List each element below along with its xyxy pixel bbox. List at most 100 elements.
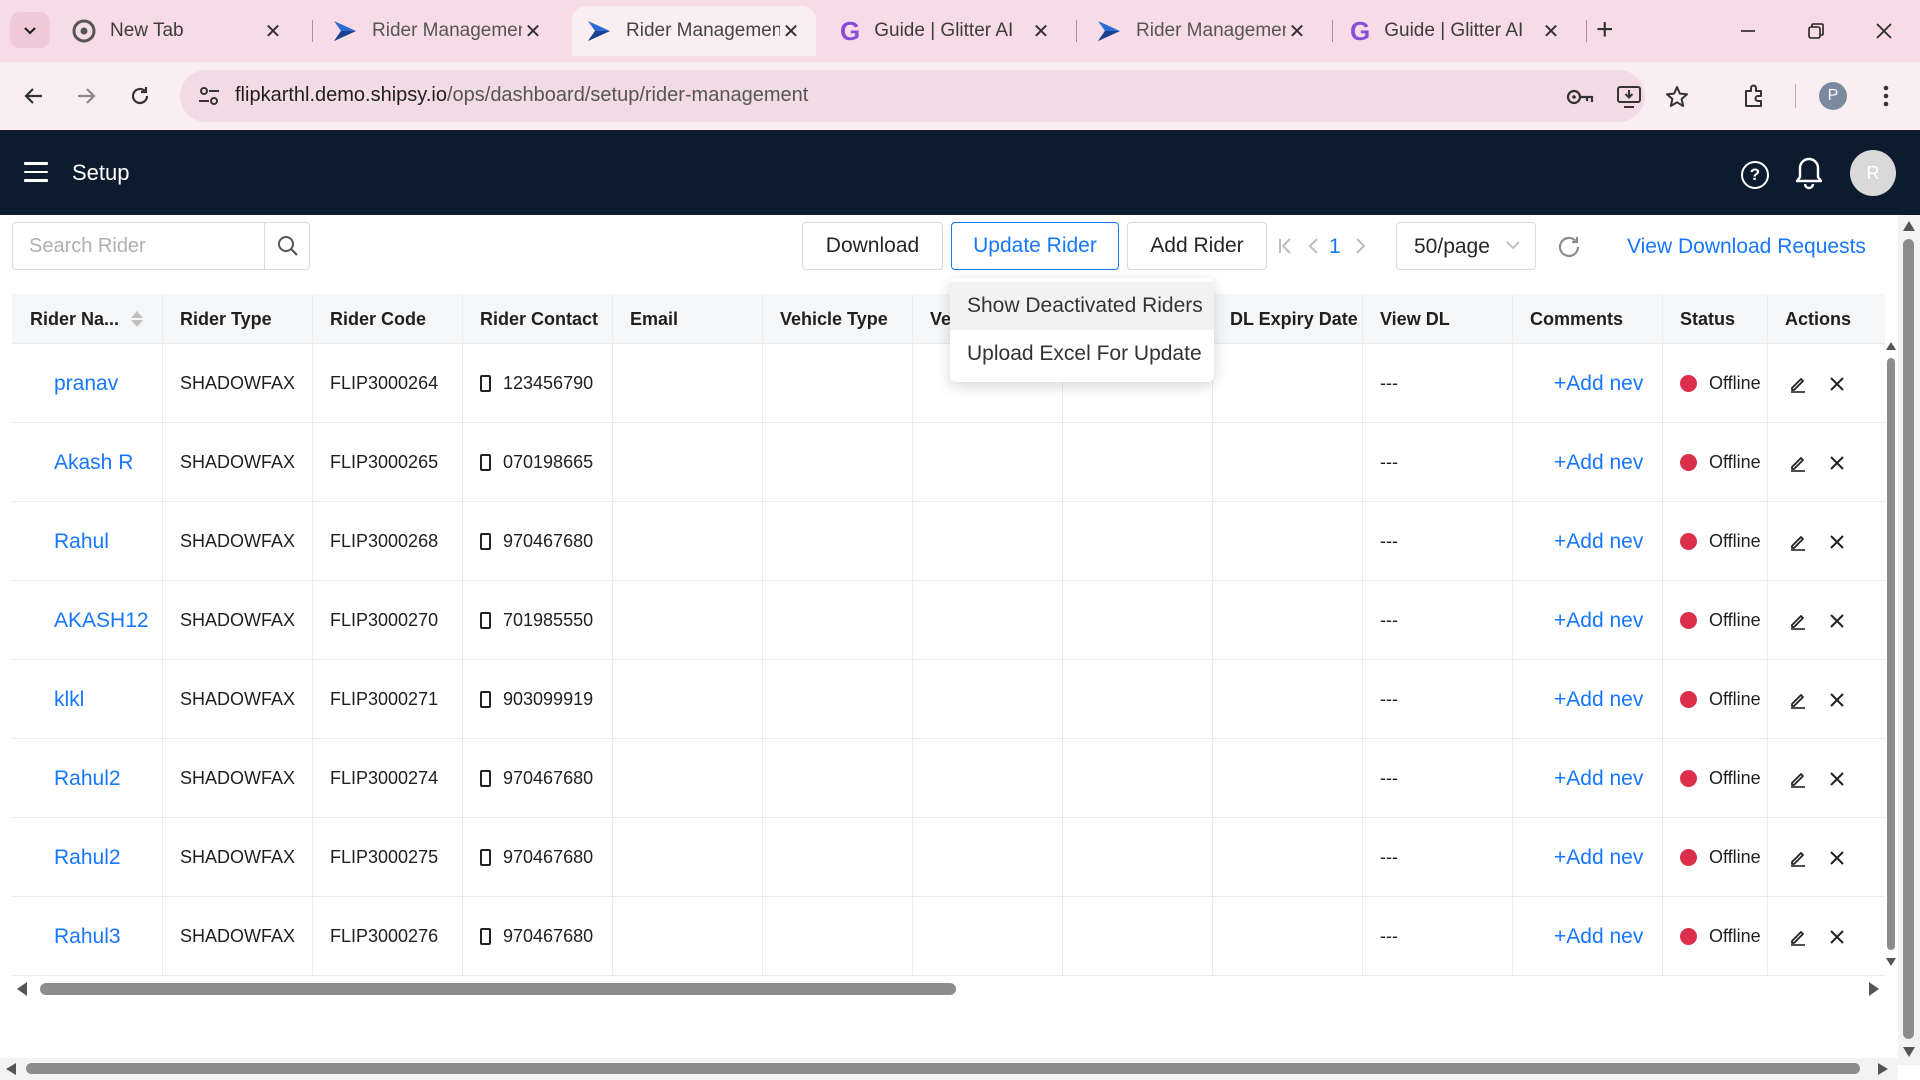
address-bar[interactable]: flipkarthl.demo.shipsy.io/ops/dashboard/… [180, 70, 1688, 122]
table-vertical-scrollbar[interactable] [1884, 294, 1898, 976]
back-button[interactable] [16, 78, 52, 114]
actions-cell [1767, 739, 1885, 818]
close-icon[interactable]: ✕ [262, 20, 284, 43]
close-icon[interactable] [1829, 692, 1845, 708]
bookmark-star-icon[interactable] [1662, 83, 1692, 111]
rider-name-link[interactable]: Rahul [12, 502, 162, 581]
scroll-up-icon[interactable] [1886, 342, 1896, 350]
close-icon[interactable]: ✕ [1540, 20, 1562, 43]
tab-rider-management-2[interactable]: Rider Managemen ✕ [1082, 6, 1322, 56]
minimize-button[interactable] [1730, 14, 1766, 48]
scrollbar-thumb[interactable] [26, 1063, 1860, 1074]
tab-rider-management-1[interactable]: Rider Managemen ✕ [318, 6, 558, 56]
table-horizontal-scrollbar[interactable] [12, 978, 1885, 1000]
close-icon[interactable]: ✕ [1286, 20, 1308, 43]
edit-icon[interactable] [1789, 691, 1807, 709]
rider-name-link[interactable]: klkl [12, 660, 162, 739]
view-download-requests-link[interactable]: View Download Requests [1627, 235, 1866, 259]
page-vertical-scrollbar[interactable] [1898, 215, 1920, 1065]
rider-name-link[interactable]: Rahul2 [12, 739, 162, 818]
scroll-down-icon[interactable] [1886, 958, 1896, 966]
search-input[interactable] [13, 223, 265, 269]
tab-glitter-guide-2[interactable]: G Guide | Glitter AI ✕ [1336, 6, 1576, 56]
next-page-icon[interactable] [1350, 234, 1372, 258]
more-menu-icon[interactable] [1868, 78, 1904, 114]
close-window-button[interactable] [1866, 14, 1902, 48]
add-comment-link[interactable]: +Add nev [1512, 660, 1662, 739]
install-app-icon[interactable] [1614, 83, 1644, 111]
site-info-icon[interactable] [196, 83, 222, 109]
add-comment-link[interactable]: +Add nev [1512, 581, 1662, 660]
close-icon[interactable]: ✕ [780, 20, 802, 43]
rider-name-link[interactable]: Rahul2 [12, 818, 162, 897]
add-comment-link[interactable]: +Add nev [1512, 897, 1662, 976]
edit-icon[interactable] [1789, 770, 1807, 788]
page-horizontal-scrollbar[interactable] [0, 1058, 1898, 1080]
menu-icon[interactable] [24, 162, 48, 182]
close-icon[interactable] [1829, 929, 1845, 945]
close-icon[interactable]: ✕ [522, 20, 544, 43]
password-key-icon[interactable] [1565, 83, 1595, 111]
add-comment-link[interactable]: +Add nev [1512, 818, 1662, 897]
bell-icon[interactable] [1794, 156, 1824, 190]
close-icon[interactable] [1829, 376, 1845, 392]
page-size-select[interactable]: 50/page [1396, 222, 1536, 270]
update-rider-button[interactable]: Update Rider [951, 222, 1119, 270]
prev-page-icon[interactable] [1302, 234, 1324, 258]
current-page[interactable]: 1 [1329, 235, 1341, 259]
forward-button[interactable] [68, 78, 104, 114]
tab-search-button[interactable] [10, 12, 50, 48]
add-comment-link[interactable]: +Add nev [1512, 739, 1662, 818]
download-button[interactable]: Download [802, 222, 943, 270]
edit-icon[interactable] [1789, 928, 1807, 946]
edit-icon[interactable] [1789, 375, 1807, 393]
sort-icon[interactable] [131, 311, 144, 327]
rider-name-link[interactable]: AKASH12 [12, 581, 162, 660]
profile-avatar[interactable]: P [1819, 82, 1847, 110]
close-icon[interactable] [1829, 613, 1845, 629]
tab-glitter-guide-1[interactable]: G Guide | Glitter AI ✕ [826, 6, 1066, 56]
rider-name-link[interactable]: pranav [12, 344, 162, 423]
edit-icon[interactable] [1789, 849, 1807, 867]
menu-item-show-deactivated-riders[interactable]: Show Deactivated Riders [950, 282, 1214, 330]
new-tab-button[interactable]: + [1596, 15, 1614, 45]
status-text: Offline [1709, 926, 1761, 946]
scrollbar-thumb[interactable] [1903, 239, 1914, 1039]
first-page-icon[interactable] [1274, 234, 1296, 258]
tab-new-tab[interactable]: New Tab ✕ [58, 6, 298, 56]
refresh-icon[interactable] [1556, 234, 1582, 260]
column-header-comments: Comments [1530, 308, 1624, 329]
scroll-up-icon[interactable] [1903, 221, 1915, 231]
extensions-icon[interactable] [1736, 78, 1772, 114]
edit-icon[interactable] [1789, 612, 1807, 630]
add-comment-link[interactable]: +Add nev [1512, 423, 1662, 502]
scroll-down-icon[interactable] [1903, 1047, 1915, 1057]
close-icon[interactable]: ✕ [1030, 20, 1052, 43]
column-header-rider-name[interactable]: Rider Na... [12, 294, 162, 344]
reload-button[interactable] [122, 78, 158, 114]
scroll-right-icon[interactable] [1878, 1063, 1888, 1075]
edit-icon[interactable] [1789, 454, 1807, 472]
search-button[interactable] [266, 223, 310, 269]
edit-icon[interactable] [1789, 533, 1807, 551]
add-comment-link[interactable]: +Add nev [1512, 502, 1662, 581]
add-rider-button[interactable]: Add Rider [1127, 222, 1267, 270]
scroll-left-icon[interactable] [16, 982, 28, 996]
close-icon[interactable] [1829, 534, 1845, 550]
scroll-left-icon[interactable] [6, 1063, 16, 1075]
tab-rider-management-active[interactable]: Rider Managemen ✕ [572, 6, 816, 56]
scrollbar-thumb[interactable] [40, 983, 956, 995]
scroll-right-icon[interactable] [1868, 982, 1880, 996]
menu-item-upload-excel-for-update[interactable]: Upload Excel For Update [950, 330, 1214, 378]
close-icon[interactable] [1829, 771, 1845, 787]
browser-tab-bar: New Tab ✕ Rider Managemen ✕ Rider Manage… [0, 0, 1920, 62]
rider-name-link[interactable]: Akash R [12, 423, 162, 502]
user-avatar[interactable]: R [1850, 150, 1896, 196]
help-icon[interactable]: ? [1741, 161, 1769, 189]
restore-button[interactable] [1798, 14, 1834, 48]
close-icon[interactable] [1829, 850, 1845, 866]
close-icon[interactable] [1829, 455, 1845, 471]
rider-name-link[interactable]: Rahul3 [12, 897, 162, 976]
add-comment-link[interactable]: +Add nev [1512, 344, 1662, 423]
scrollbar-thumb[interactable] [1887, 358, 1895, 950]
